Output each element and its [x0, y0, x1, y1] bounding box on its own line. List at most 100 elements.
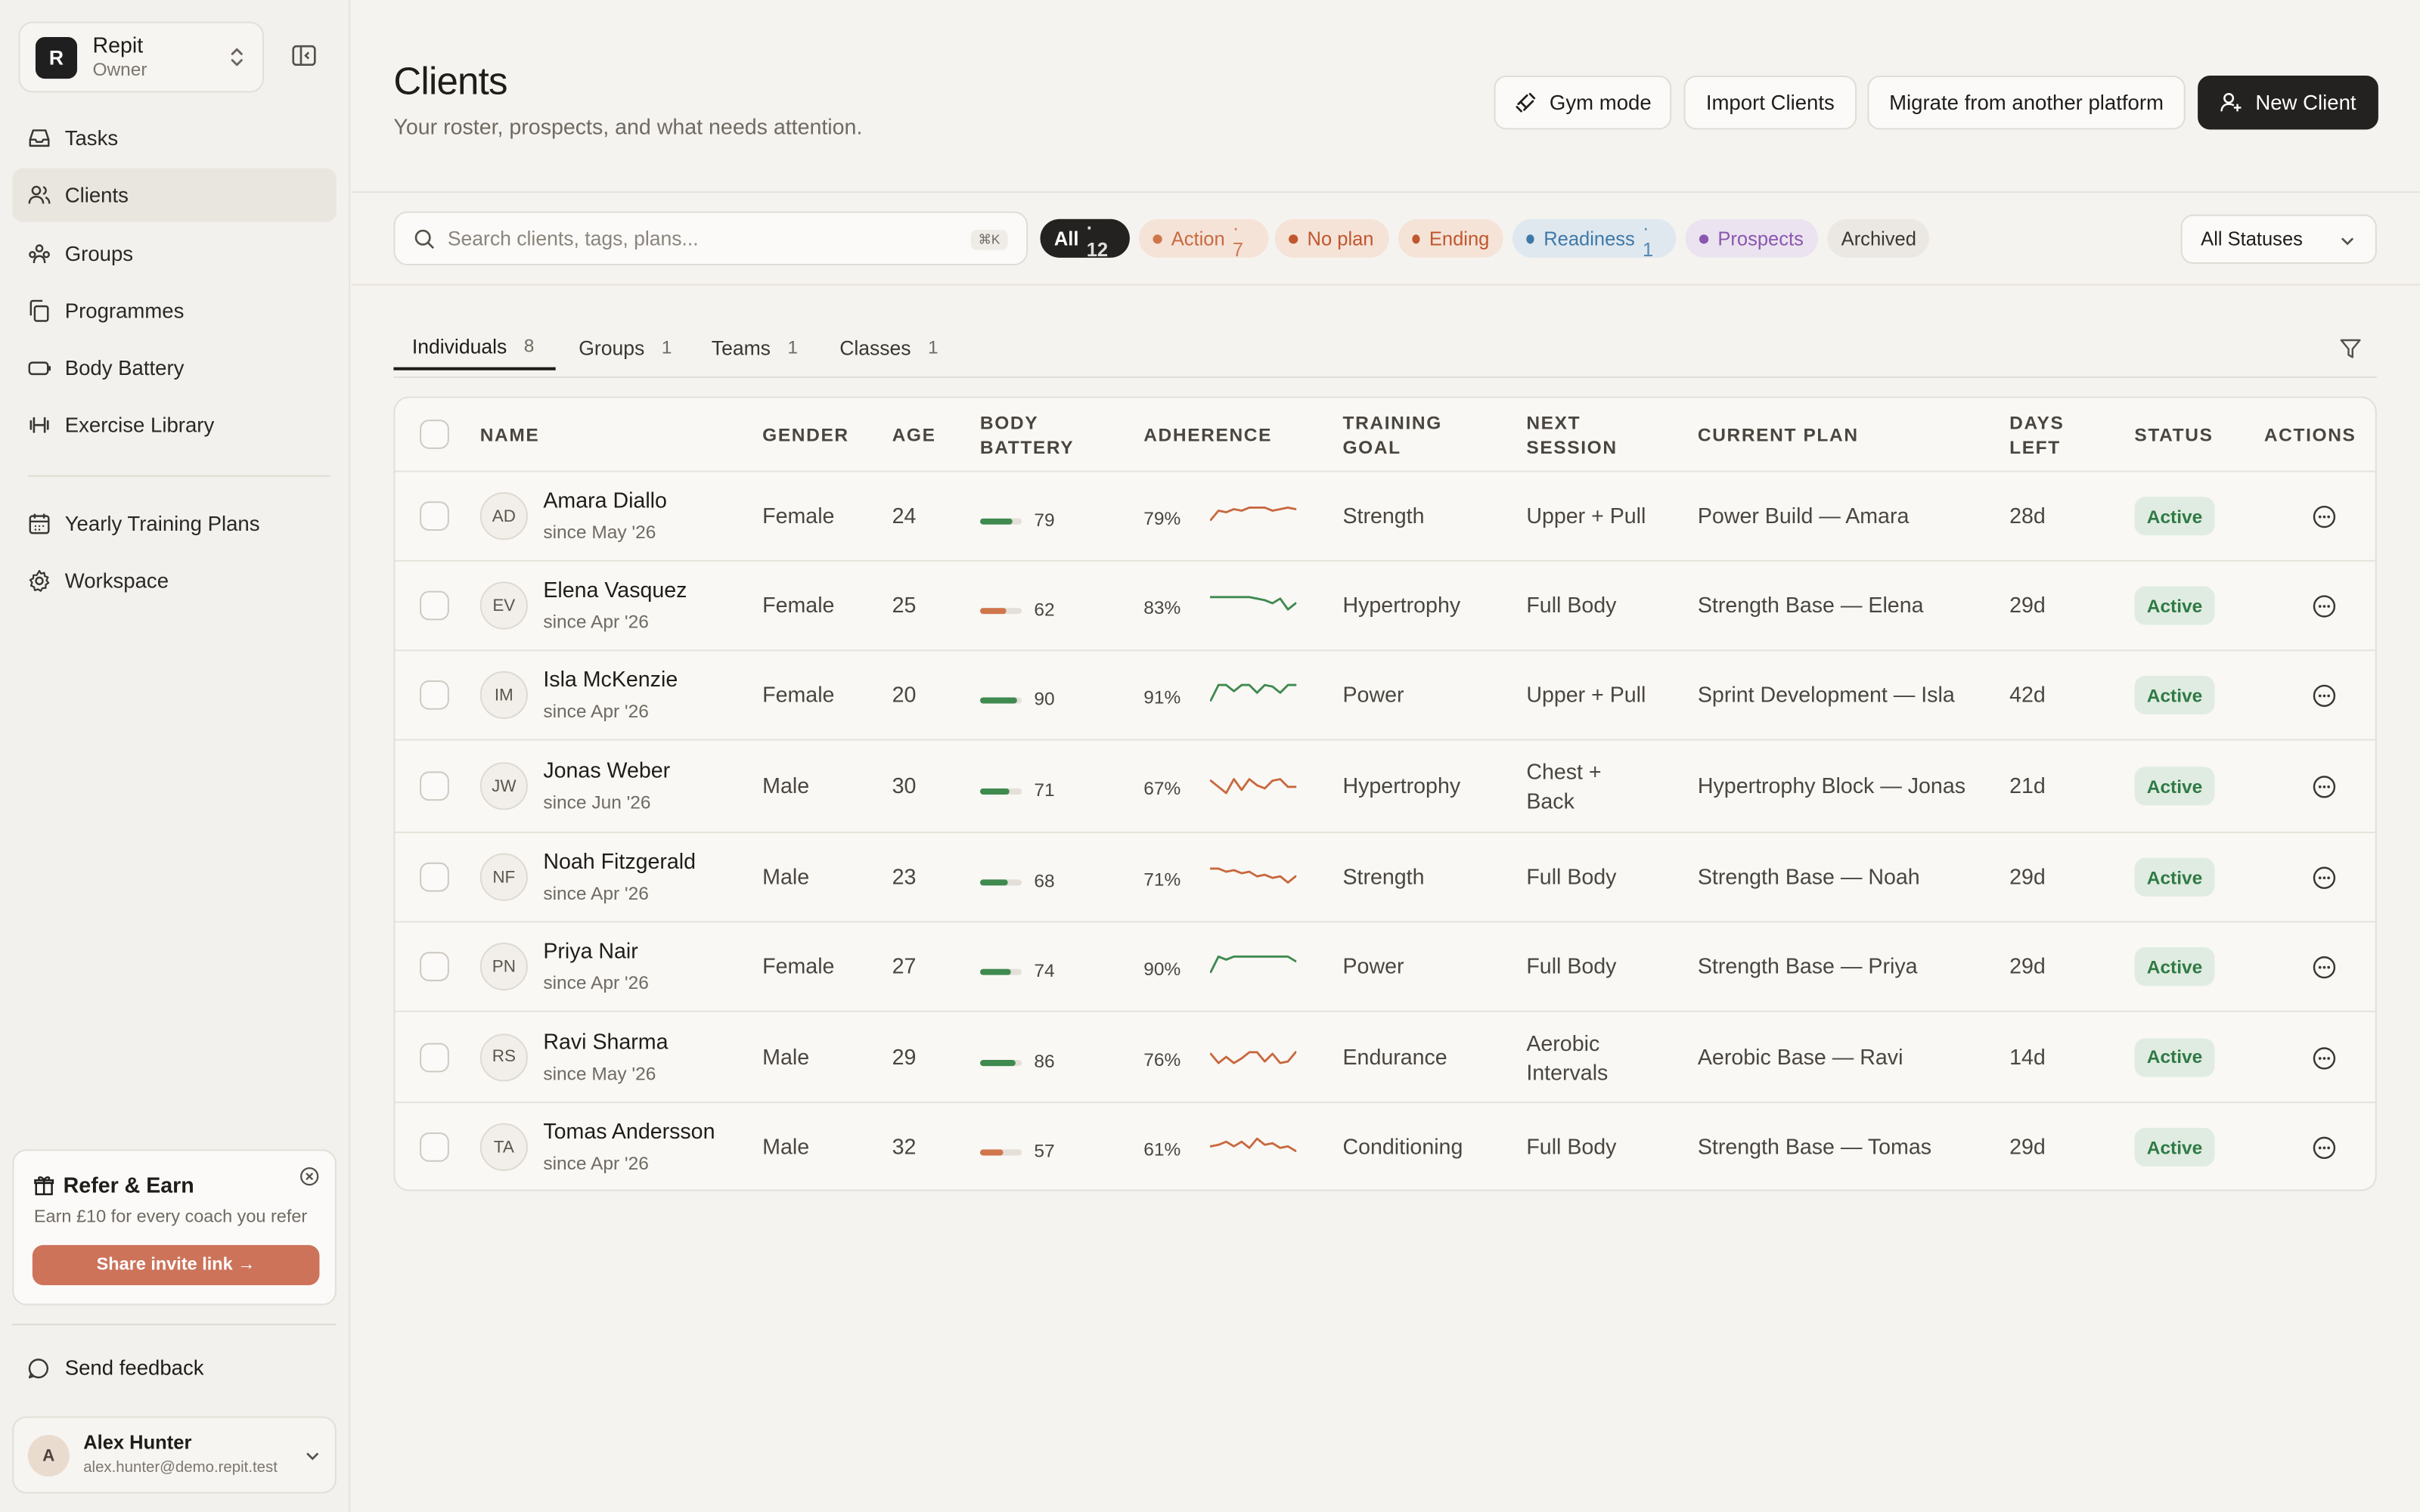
table-row[interactable]: PN Priya Nair since Apr '26 Female 27 74 90% Po…: [395, 921, 2375, 1010]
body-battery-value: 62: [1034, 598, 1055, 621]
client-since: since Apr '26: [543, 1152, 649, 1175]
more-actions-icon[interactable]: [2312, 594, 2337, 619]
column-header-next-session[interactable]: NEXT SESSION: [1526, 411, 1617, 460]
client-name[interactable]: Elena Vasquez: [543, 577, 687, 602]
table-row[interactable]: TA Tomas Andersson since Apr '26 Male 32 57 61…: [395, 1101, 2375, 1189]
select-all-checkbox[interactable]: [420, 420, 449, 449]
dumbbell-icon: [29, 417, 49, 434]
close-icon[interactable]: [299, 1167, 320, 1187]
sidebar-item-clients[interactable]: Clients: [12, 169, 337, 223]
column-header-status[interactable]: STATUS: [2134, 423, 2213, 448]
client-name[interactable]: Tomas Andersson: [543, 1119, 715, 1144]
more-actions-icon[interactable]: [2312, 955, 2337, 980]
sidebar: R Repit Owner Tasks Clients Groups Programm…: [0, 0, 351, 1512]
filter-chip-archived[interactable]: Archived: [1827, 218, 1929, 258]
tab-teams[interactable]: Teams 1: [712, 324, 798, 370]
filter-chip-readiness[interactable]: Readiness · 1: [1512, 217, 1677, 260]
search-box[interactable]: ⌘K: [393, 211, 1028, 266]
search-input[interactable]: [447, 226, 942, 250]
sidebar-item-label: Clients: [64, 184, 129, 208]
current-plan[interactable]: Aerobic Base — Ravi: [1698, 1044, 1903, 1069]
body-battery-bar: [979, 518, 1022, 525]
current-plan[interactable]: Sprint Development — Isla: [1698, 682, 1955, 707]
sidebar-item-label: Body Battery: [64, 356, 185, 380]
workspace-switcher[interactable]: R Repit Owner: [18, 21, 264, 93]
table-row[interactable]: JW Jonas Weber since Jun '26 Male 30 71 67% Hyp…: [395, 739, 2375, 832]
body-battery-value: 79: [1034, 509, 1055, 531]
client-name[interactable]: Priya Nair: [543, 938, 638, 963]
more-actions-icon[interactable]: [2312, 866, 2337, 891]
send-feedback-link[interactable]: Send feedback: [28, 1356, 204, 1379]
more-actions-icon[interactable]: [2312, 504, 2337, 529]
tab-groups[interactable]: Groups 1: [579, 324, 672, 370]
current-plan[interactable]: Strength Base — Priya: [1698, 953, 1918, 978]
tab-classes[interactable]: Classes 1: [839, 324, 938, 370]
client-name[interactable]: Amara Diallo: [543, 488, 667, 513]
sidebar-item-exercise-library[interactable]: Exercise Library: [12, 399, 337, 453]
chip-label: Archived: [1841, 228, 1916, 249]
client-name[interactable]: Isla McKenzie: [543, 667, 678, 692]
table-row[interactable]: NF Noah Fitzgerald since Apr '26 Male 23 68 71…: [395, 831, 2375, 921]
column-header-body-battery[interactable]: BODY BATTERY: [980, 411, 1074, 460]
client-name[interactable]: Noah Fitzgerald: [543, 848, 696, 873]
tab-individuals[interactable]: Individuals 8: [393, 324, 556, 370]
sidebar-item-yearly-training-plans[interactable]: Yearly Training Plans: [12, 497, 337, 550]
row-checkbox[interactable]: [420, 1042, 449, 1072]
avatar: EV: [479, 581, 528, 630]
sidebar-item-body-battery[interactable]: Body Battery: [12, 341, 337, 395]
client-name[interactable]: Ravi Sharma: [543, 1028, 668, 1053]
column-header-current-plan[interactable]: CURRENT PLAN: [1698, 423, 1859, 448]
body-battery-fill: [979, 968, 1011, 975]
filter-icon[interactable]: [2340, 338, 2362, 360]
filter-chip-ending[interactable]: Ending: [1398, 218, 1503, 258]
row-checkbox[interactable]: [420, 590, 449, 621]
column-header-adherence[interactable]: ADHERENCE: [1143, 423, 1272, 448]
more-actions-icon[interactable]: [2312, 1046, 2337, 1070]
column-header-gender[interactable]: GENDER: [762, 423, 849, 448]
row-checkbox[interactable]: [420, 1132, 449, 1162]
more-actions-icon[interactable]: [2312, 683, 2337, 708]
current-plan[interactable]: Strength Base — Noah: [1698, 864, 1920, 889]
current-plan[interactable]: Power Build — Amara: [1698, 503, 1909, 528]
filter-chip-action[interactable]: Action · 7: [1139, 217, 1269, 260]
table-row[interactable]: EV Elena Vasquez since Apr '26 Female 25 62 83…: [395, 559, 2375, 649]
column-header-age[interactable]: AGE: [892, 423, 936, 448]
client-name[interactable]: Jonas Weber: [543, 758, 670, 782]
row-checkbox[interactable]: [420, 680, 449, 710]
avatar: RS: [479, 1033, 528, 1081]
sidebar-item-programmes[interactable]: Programmes: [12, 284, 337, 337]
current-plan[interactable]: Strength Base — Tomas: [1698, 1134, 1931, 1159]
table-row[interactable]: IM Isla McKenzie since Apr '26 Female 20 90 91…: [395, 649, 2375, 739]
share-invite-button[interactable]: Share invite link →: [32, 1244, 320, 1285]
training-goal: Hypertrophy: [1342, 592, 1461, 618]
column-header-training-goal[interactable]: TRAINING GOAL: [1342, 411, 1441, 460]
column-header-name[interactable]: NAME: [480, 423, 540, 448]
filter-chip-prospects[interactable]: Prospects: [1685, 218, 1819, 258]
sidebar-item-tasks[interactable]: Tasks: [12, 111, 337, 165]
current-plan[interactable]: Hypertrophy Block — Jonas: [1698, 773, 1965, 798]
column-header-days-left[interactable]: DAYS LEFT: [2009, 411, 2064, 460]
gym-mode-button[interactable]: Gym mode: [1494, 75, 1672, 130]
adherence-value: 90%: [1143, 958, 1181, 980]
user-menu[interactable]: A Alex Hunter alex.hunter@demo.repit.tes…: [12, 1416, 337, 1494]
row-checkbox[interactable]: [420, 862, 449, 892]
filter-chip-no-plan[interactable]: No plan: [1274, 218, 1389, 258]
row-checkbox[interactable]: [420, 501, 449, 531]
status-select[interactable]: All Statuses: [2180, 214, 2377, 264]
sidebar-collapse-icon[interactable]: [292, 45, 317, 67]
import-clients-button[interactable]: Import Clients: [1683, 75, 1857, 130]
filter-chip-all[interactable]: All · 12: [1040, 217, 1130, 260]
table-row[interactable]: AD Amara Diallo since May '26 Female 24 79 79%…: [395, 470, 2375, 559]
row-checkbox[interactable]: [420, 771, 449, 801]
more-actions-icon[interactable]: [2312, 1136, 2337, 1160]
more-actions-icon[interactable]: [2312, 774, 2337, 799]
row-checkbox[interactable]: [420, 952, 449, 981]
sidebar-item-workspace[interactable]: Workspace: [12, 554, 337, 608]
view-tabs: Individuals 8 Groups 1 Teams 1 Classes 1: [393, 324, 2377, 378]
sidebar-item-groups[interactable]: Groups: [12, 226, 337, 280]
table-row[interactable]: RS Ravi Sharma since May '26 Male 29 86 76% End…: [395, 1010, 2375, 1101]
migrate-button[interactable]: Migrate from another platform: [1867, 75, 2186, 130]
current-plan[interactable]: Strength Base — Elena: [1698, 593, 1924, 618]
new-client-button[interactable]: New Client: [2198, 75, 2378, 130]
status-select-value: All Statuses: [2201, 228, 2303, 250]
